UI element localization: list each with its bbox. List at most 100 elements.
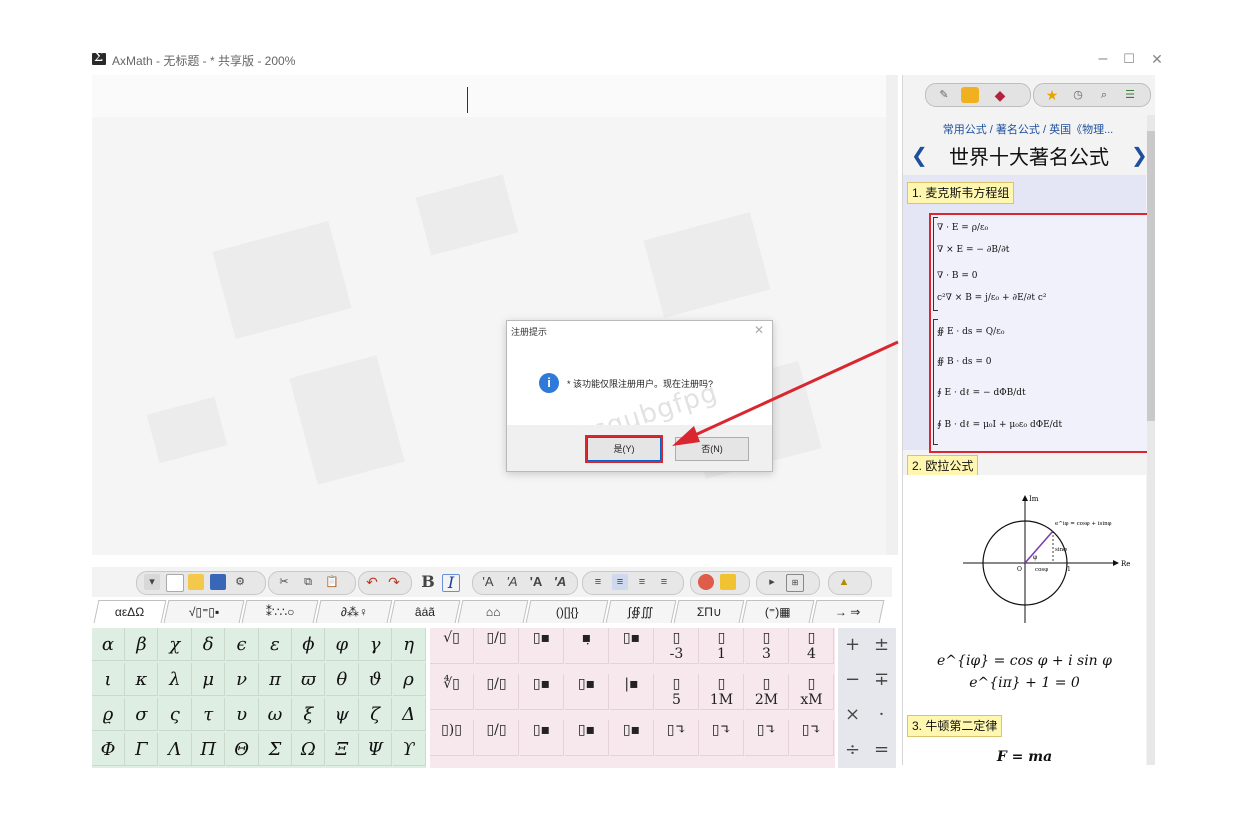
greek-symbol-button[interactable]: Ξ	[325, 733, 359, 766]
align-center-icon[interactable]: ≡	[612, 574, 628, 590]
template-button[interactable]: |▪	[610, 674, 654, 710]
template-button[interactable]: √▯	[430, 628, 474, 664]
maximize-button[interactable]: ☐	[1114, 48, 1144, 72]
greek-symbol-button[interactable]: υ	[225, 698, 259, 731]
template-button[interactable]: ▯ -3	[655, 628, 699, 664]
operator-button[interactable]: −	[838, 663, 867, 697]
greek-symbol-button[interactable]: θ	[325, 663, 359, 696]
undo-icon[interactable]: ↶	[364, 574, 380, 590]
pen-icon[interactable]: ✎	[935, 87, 953, 103]
editor-input-line[interactable]	[92, 75, 892, 117]
template-button[interactable]: ▯ 1M	[700, 674, 744, 710]
breadcrumb[interactable]: 常用公式 / 著名公式 / 英国《物理...	[903, 121, 1153, 137]
greek-symbol-button[interactable]: χ	[158, 628, 192, 661]
yes-button[interactable]: 是(Y)	[587, 437, 661, 461]
greek-symbol-button[interactable]: φ	[325, 628, 359, 661]
tab-sums[interactable]: ΣΠ∪	[673, 600, 745, 623]
font-size-button[interactable]: 'A	[480, 574, 496, 590]
color-wheel-icon[interactable]	[698, 574, 714, 590]
template-button[interactable]: ▪̣	[565, 628, 609, 664]
operator-button[interactable]: =	[867, 733, 896, 767]
formula-editor-canvas[interactable]	[92, 75, 897, 555]
greek-symbol-button[interactable]: ϑ	[359, 663, 393, 696]
template-button[interactable]: ▯↴	[745, 720, 789, 756]
operator-button[interactable]: ÷	[838, 733, 867, 767]
greek-symbol-button[interactable]: Θ	[225, 733, 259, 766]
save-icon[interactable]	[210, 574, 226, 590]
greek-symbol-button[interactable]: τ	[192, 698, 226, 731]
align-left-icon[interactable]: ≡	[590, 574, 606, 590]
greek-symbol-button[interactable]: Π	[192, 733, 226, 766]
file-menu-icon[interactable]: ▾	[144, 574, 160, 590]
greek-symbol-button[interactable]: Ω	[292, 733, 326, 766]
template-button[interactable]: ▯ 3	[745, 628, 789, 664]
template-button[interactable]: ▯ 2M	[745, 674, 789, 710]
editor-vertical-scrollbar[interactable]	[886, 75, 898, 555]
operator-button[interactable]: ∓	[867, 663, 896, 697]
greek-symbol-button[interactable]: ϖ	[292, 663, 326, 696]
greek-symbol-button[interactable]: ϒ	[392, 733, 426, 766]
font-size-button[interactable]: 'A	[528, 574, 544, 590]
template-button[interactable]: ∜▯	[430, 674, 474, 710]
greek-symbol-button[interactable]: λ	[158, 663, 192, 696]
tab-roots[interactable]: √▯⁼▯▪	[163, 600, 245, 623]
history-icon[interactable]: ◷	[1069, 87, 1087, 103]
greek-symbol-button[interactable]: ψ	[325, 698, 359, 731]
template-button[interactable]: ▯)▯	[430, 720, 474, 756]
greek-symbol-button[interactable]: Σ	[259, 733, 292, 766]
tab-accents[interactable]: âȧã	[389, 600, 461, 623]
greek-symbol-button[interactable]: Λ	[158, 733, 192, 766]
redo-icon[interactable]: ↷	[386, 574, 402, 590]
greek-symbol-button[interactable]: γ	[359, 628, 393, 661]
tab-matrices[interactable]: (⁼)▦	[741, 600, 815, 623]
template-button[interactable]: ▯▪	[520, 674, 564, 710]
greek-symbol-button[interactable]: ς	[158, 698, 192, 731]
previous-category-button[interactable]: ❮	[911, 143, 928, 168]
copy-icon[interactable]: ⧉	[300, 574, 316, 590]
align-justify-icon[interactable]: ≡	[656, 574, 672, 590]
template-button[interactable]: ▯ 4	[790, 628, 834, 664]
star-icon[interactable]: ★	[1043, 87, 1061, 103]
greek-symbol-button[interactable]: ξ	[292, 698, 326, 731]
template-button[interactable]: ▯▪	[520, 628, 564, 664]
settings-icon[interactable]: ⚙	[232, 574, 248, 590]
open-folder-icon[interactable]	[188, 574, 204, 590]
operator-button[interactable]: ±	[867, 628, 896, 662]
greek-symbol-button[interactable]: π	[259, 663, 292, 696]
greek-symbol-button[interactable]: β	[125, 628, 159, 661]
template-button[interactable]: ▯ 1	[700, 628, 744, 664]
tab-relations[interactable]: ⁑∵∴○	[241, 600, 319, 623]
font-size-button[interactable]: 'A	[552, 574, 568, 590]
library-icon[interactable]: ☰	[1121, 87, 1139, 103]
template-button[interactable]: ▯↴	[700, 720, 744, 756]
bold-button[interactable]: B	[420, 574, 436, 590]
greek-symbol-button[interactable]: ϱ	[92, 698, 125, 731]
dialog-close-button[interactable]: ✕	[754, 323, 764, 337]
palette-icon[interactable]	[720, 574, 736, 590]
template-button[interactable]: ▯/▯	[475, 720, 519, 756]
template-button[interactable]: ▯▪	[610, 720, 654, 756]
template-button[interactable]: ▯▪	[520, 720, 564, 756]
search-icon[interactable]: ⌕	[1095, 87, 1113, 103]
paste-icon[interactable]: 📋	[324, 574, 340, 590]
new-file-icon[interactable]	[166, 574, 184, 592]
operator-button[interactable]: +	[838, 628, 867, 662]
greek-symbol-button[interactable]: ω	[259, 698, 292, 731]
template-button[interactable]: ▯↴	[655, 720, 699, 756]
close-button[interactable]: ✕	[1142, 48, 1172, 72]
italic-button[interactable]: I	[442, 574, 460, 592]
align-right-icon[interactable]: ≡	[634, 574, 650, 590]
greek-symbol-button[interactable]: ι	[92, 663, 125, 696]
template-button[interactable]: ▯↴	[790, 720, 834, 756]
greek-symbol-button[interactable]: Γ	[125, 733, 159, 766]
operator-button[interactable]: ×	[838, 698, 867, 732]
template-button[interactable]: ▯ 5	[655, 674, 699, 710]
greek-symbol-button[interactable]: η	[392, 628, 426, 661]
grid-icon[interactable]	[961, 87, 979, 103]
greek-symbol-button[interactable]: Φ	[92, 733, 125, 766]
tab-greek[interactable]: αεΔΩ	[93, 600, 167, 623]
greek-symbol-button[interactable]: σ	[125, 698, 159, 731]
greek-symbol-button[interactable]: ν	[225, 663, 259, 696]
export-icon[interactable]: ▲	[836, 574, 852, 590]
template-button[interactable]: ▯/▯	[475, 628, 519, 664]
